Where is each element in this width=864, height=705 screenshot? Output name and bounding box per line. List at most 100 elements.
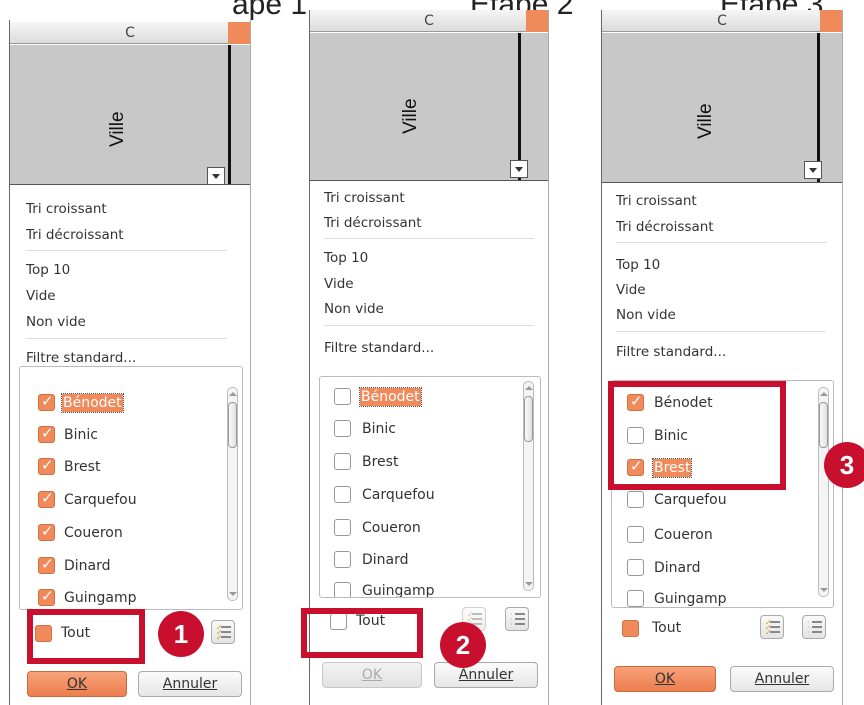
cancel-button[interactable]: Annuler [434,662,538,688]
scroll-down-icon[interactable] [525,582,533,586]
scroll-up-icon[interactable] [820,392,828,396]
value-list: Bénodet Binic Brest Carquefou Coueron Di… [19,366,243,610]
menu-sort-desc[interactable]: Tri décroissant [616,219,714,235]
menu-sort-desc[interactable]: Tri décroissant [324,215,422,231]
list-scrollbar[interactable] [523,381,534,591]
autofilter-dropdown-icon[interactable] [804,161,822,179]
ok-button[interactable]: OK [27,671,127,697]
annotation-highlight-1 [27,609,145,664]
menu-top10[interactable]: Top 10 [324,250,368,266]
ok-button[interactable]: OK [322,662,422,688]
select-unselect-icon[interactable]: ✓ ✓ ✓ [211,620,235,644]
column-header[interactable]: C [310,10,548,32]
list-item[interactable]: Guingamp [20,586,220,608]
scroll-thumb[interactable] [524,396,533,442]
list-item[interactable]: Binic [320,417,515,443]
list-item-label: Bénodet [359,387,422,407]
menu-standard-filter[interactable]: Filtre standard... [616,344,726,360]
cell-border [228,45,231,184]
scroll-thumb[interactable] [819,402,828,448]
list-item[interactable]: Dinard [20,554,220,580]
list-item[interactable]: Bénodet [20,391,220,417]
header-cell: Ville [10,45,250,185]
column-header-label: C [125,25,135,41]
menu-sort-asc[interactable]: Tri croissant [26,201,107,217]
column-header[interactable]: C [10,22,250,44]
list-scrollbar[interactable] [227,387,238,601]
scroll-thumb[interactable] [228,402,237,448]
list-item[interactable]: Carquefou [320,483,515,509]
menu-sort-desc[interactable]: Tri décroissant [26,227,124,243]
checkbox[interactable] [334,582,351,597]
list-item[interactable]: Brest [320,450,515,476]
menu-empty[interactable]: Vide [616,282,646,298]
column-header-label: C [717,13,727,29]
list-scrollbar[interactable] [818,387,829,597]
list-item[interactable]: Carquefou [20,488,220,514]
checkbox[interactable] [38,392,55,411]
scroll-up-icon[interactable] [229,392,237,396]
menu-not-empty[interactable]: Non vide [616,307,676,323]
checkbox[interactable] [38,555,55,574]
checkbox[interactable] [38,587,55,606]
ok-button[interactable]: OK [614,666,716,692]
annotation-highlight-2 [301,608,423,658]
checkbox[interactable] [334,453,351,470]
checkbox[interactable] [334,519,351,536]
unselect-all-icon[interactable]: · · · [802,615,826,639]
menu-standard-filter[interactable]: Filtre standard... [26,350,136,366]
checkbox[interactable] [334,551,351,568]
unselect-all-icon[interactable]: · · · [505,607,529,631]
menu-separator [616,331,826,332]
list-item[interactable]: Coueron [20,521,220,547]
list-item[interactable]: Brest [20,455,220,481]
menu-top10[interactable]: Top 10 [26,262,70,278]
select-all-icon[interactable]: ✓✓✓ [760,615,784,639]
caption-step-1: ape 1 [232,0,308,21]
checkbox[interactable] [334,388,351,405]
header-cell: Ville [310,33,548,181]
list-item-label: Coueron [654,527,713,543]
menu-standard-filter[interactable]: Filtre standard... [324,340,434,356]
menu-empty[interactable]: Vide [26,288,56,304]
menu-top10[interactable]: Top 10 [616,257,660,273]
list-item-label: Brest [64,459,101,475]
list-item-label: Dinard [362,552,409,568]
list-item-label: Binic [64,427,98,443]
checkbox[interactable] [38,456,55,475]
list-item-label: Guingamp [64,590,137,606]
checkbox[interactable] [627,526,644,543]
list-item[interactable]: Guingamp [612,587,807,607]
checkbox[interactable] [627,559,644,576]
checkbox[interactable] [334,486,351,503]
checkbox[interactable] [334,420,351,437]
autofilter-dropdown-icon[interactable] [207,167,225,185]
column-header[interactable]: C [602,10,842,32]
checkbox[interactable] [627,491,644,508]
checkbox[interactable] [38,424,55,443]
menu-sort-asc[interactable]: Tri croissant [616,193,697,209]
cancel-button[interactable]: Annuler [730,666,834,692]
list-item[interactable]: Coueron [320,516,515,542]
scroll-down-icon[interactable] [820,588,828,592]
checkbox[interactable] [38,522,55,541]
menu-not-empty[interactable]: Non vide [26,314,86,330]
checkbox[interactable] [627,590,644,607]
checkbox[interactable] [38,489,55,508]
list-item[interactable]: Coueron [612,523,807,549]
scroll-up-icon[interactable] [525,386,533,390]
autofilter-dropdown-icon[interactable] [510,160,528,178]
list-item[interactable]: Carquefou [612,488,807,514]
list-item-label: Dinard [654,560,701,576]
menu-not-empty[interactable]: Non vide [324,301,384,317]
menu-sort-asc[interactable]: Tri croissant [324,190,405,206]
list-item[interactable]: Guingamp [320,579,515,597]
list-item[interactable]: Bénodet [320,385,515,411]
list-item[interactable]: Binic [20,423,220,449]
cancel-button[interactable]: Annuler [138,671,242,697]
list-item[interactable]: Dinard [612,556,807,582]
scroll-down-icon[interactable] [229,592,237,596]
list-item[interactable]: Dinard [320,548,515,574]
tout-checkbox[interactable] [622,620,639,637]
menu-empty[interactable]: Vide [324,276,354,292]
